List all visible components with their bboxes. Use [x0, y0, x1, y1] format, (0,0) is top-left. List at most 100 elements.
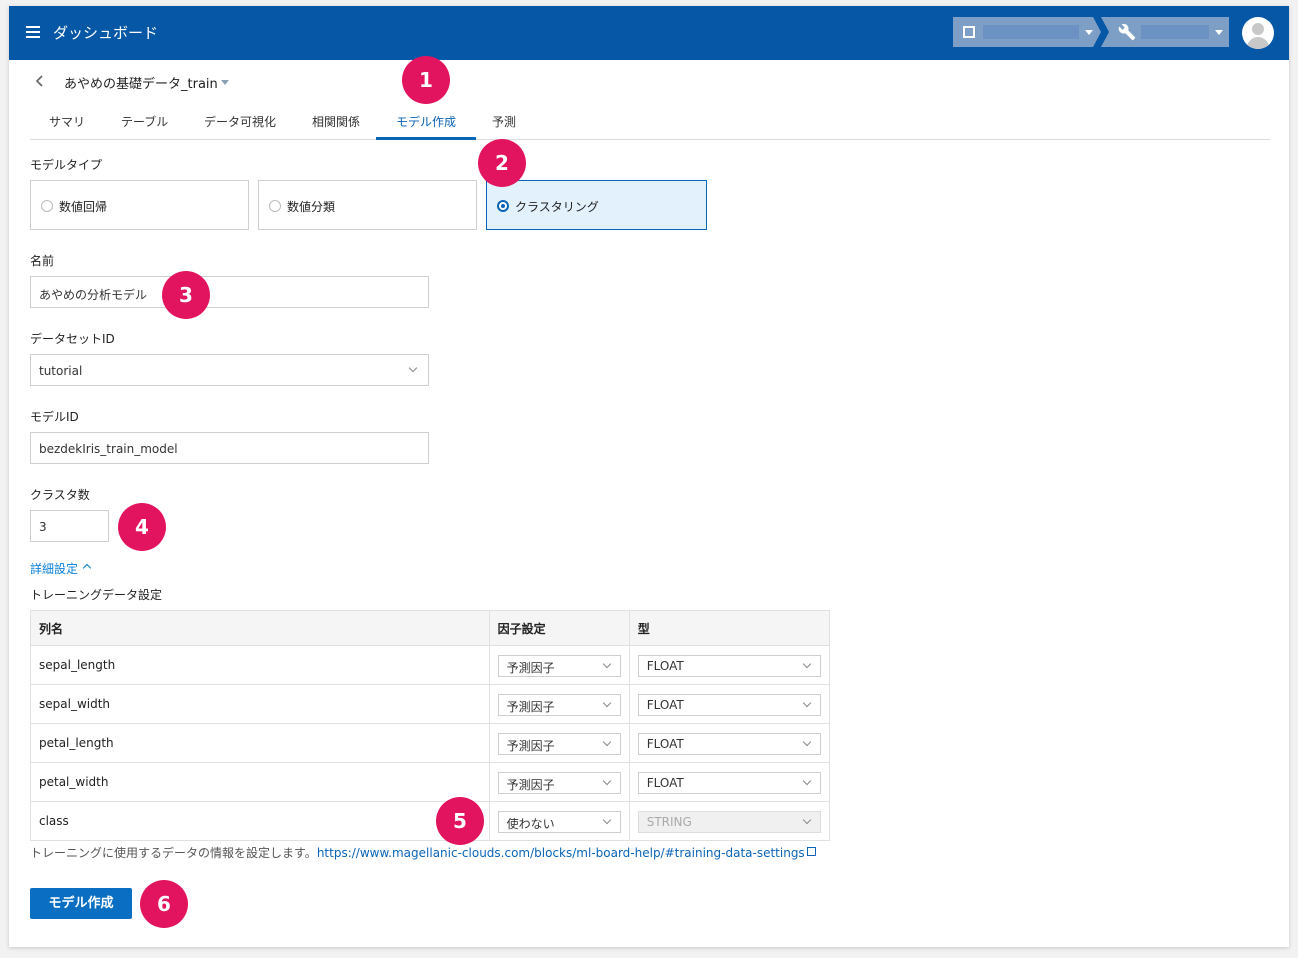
external-link-icon[interactable]: [806, 847, 816, 856]
factor-select[interactable]: 使わない: [497, 811, 621, 833]
model-type-label: モデルタイプ: [30, 158, 103, 172]
name-label: 名前: [30, 254, 55, 268]
tab-visualization[interactable]: データ可視化: [204, 113, 276, 130]
chevron-down-icon: [802, 776, 811, 786]
building-icon: [963, 26, 975, 38]
table-row: class 使わない STRING: [30, 801, 831, 841]
type-select[interactable]: FLOAT: [637, 772, 821, 794]
factor-select[interactable]: 予測因子: [497, 733, 621, 755]
marker-number: 6: [157, 892, 171, 916]
dataset-id-select[interactable]: tutorial: [30, 354, 429, 386]
model-type-clustering[interactable]: クラスタリング: [486, 180, 707, 230]
training-settings-label: トレーニングデータ設定: [30, 588, 163, 602]
tab-model-creation[interactable]: モデル作成: [396, 113, 456, 130]
app-window: ダッシュボード あやめの基礎データ_train サマリ テーブル データ可視化 …: [9, 6, 1289, 947]
chevron-down-icon: [802, 737, 811, 747]
chevron-down-icon: [602, 815, 611, 825]
dataset-id-label: データセットID: [30, 332, 115, 346]
create-model-button[interactable]: モデル作成: [30, 888, 132, 919]
cluster-count-label: クラスタ数: [30, 488, 90, 502]
organization-select[interactable]: [953, 17, 1101, 47]
chevron-down-icon: [802, 815, 811, 825]
back-arrow-icon[interactable]: [33, 74, 47, 88]
type-select[interactable]: FLOAT: [637, 694, 821, 716]
factor-value: 予測因子: [506, 661, 555, 675]
type-select[interactable]: FLOAT: [637, 733, 821, 755]
factor-select[interactable]: 予測因子: [497, 694, 621, 716]
type-select-disabled: STRING: [637, 811, 821, 833]
wrench-icon: [1118, 23, 1136, 41]
advanced-settings-toggle[interactable]: 詳細設定: [30, 560, 78, 577]
chevron-down-icon: [802, 698, 811, 708]
column-name-cell: petal_width: [30, 762, 490, 802]
hamburger-menu-icon[interactable]: [26, 26, 40, 38]
top-bar: ダッシュボード: [9, 6, 1289, 60]
factor-select[interactable]: 予測因子: [497, 772, 621, 794]
factor-value: 予測因子: [506, 700, 555, 714]
dataset-id-value: tutorial: [39, 364, 83, 378]
cluster-count-input[interactable]: 3: [30, 510, 109, 542]
column-header-name: 列名: [30, 610, 490, 646]
chevron-up-icon[interactable]: [82, 563, 92, 573]
chevron-down-icon: [602, 659, 611, 669]
annotation-marker-5: 5: [436, 797, 484, 845]
type-value: FLOAT: [646, 698, 684, 712]
marker-number: 4: [135, 515, 149, 539]
model-type-regression[interactable]: 数値回帰: [30, 180, 249, 230]
chevron-down-icon: [1085, 30, 1093, 35]
tab-bar: サマリ テーブル データ可視化 相関関係 モデル作成 予測: [30, 105, 1270, 140]
column-name-cell: sepal_width: [30, 684, 490, 724]
type-value: STRING: [646, 815, 692, 829]
model-type-label-classification: 数値分類: [287, 200, 336, 214]
dataset-title[interactable]: あやめの基礎データ_train: [64, 73, 218, 92]
chevron-down-icon: [1215, 30, 1223, 35]
dataset-dropdown-icon[interactable]: [221, 80, 229, 85]
tool-name-redacted: [1141, 25, 1209, 39]
model-type-classification[interactable]: 数値分類: [258, 180, 477, 230]
model-id-input[interactable]: bezdekIris_train_model: [30, 432, 429, 464]
table-header-row: 列名 因子設定 型: [30, 610, 831, 646]
column-name-cell: class: [30, 801, 490, 841]
help-text: トレーニングに使用するデータの情報を設定します。https://www.mage…: [30, 844, 816, 861]
annotation-marker-1: 1: [402, 56, 450, 104]
annotation-marker-3: 3: [162, 271, 210, 319]
tool-select[interactable]: [1101, 17, 1229, 47]
marker-number: 2: [495, 151, 509, 175]
type-value: FLOAT: [646, 776, 684, 790]
organization-name-redacted: [983, 25, 1079, 39]
radio-icon[interactable]: [269, 200, 281, 212]
annotation-marker-6: 6: [140, 880, 188, 928]
tab-table[interactable]: テーブル: [121, 113, 168, 130]
table-row: petal_width 予測因子 FLOAT: [30, 762, 831, 802]
type-value: FLOAT: [646, 737, 684, 751]
tab-correlation[interactable]: 相関関係: [312, 113, 360, 130]
app-title: ダッシュボード: [53, 24, 159, 42]
table-row: sepal_length 予測因子 FLOAT: [30, 645, 831, 685]
marker-number: 1: [419, 68, 433, 92]
chevron-down-icon: [602, 698, 611, 708]
chevron-down-icon: [602, 776, 611, 786]
help-link[interactable]: https://www.magellanic-clouds.com/blocks…: [317, 846, 805, 860]
factor-value: 予測因子: [506, 778, 555, 792]
tab-prediction[interactable]: 予測: [492, 113, 516, 130]
name-input[interactable]: あやめの分析モデル: [30, 276, 429, 308]
annotation-marker-2: 2: [478, 139, 526, 187]
active-tab-indicator: [376, 137, 476, 140]
training-data-table: 列名 因子設定 型 sepal_length 予測因子 FLOAT sepal_…: [30, 610, 831, 841]
radio-icon[interactable]: [41, 200, 53, 212]
model-type-label-regression: 数値回帰: [59, 200, 108, 214]
type-select[interactable]: FLOAT: [637, 655, 821, 677]
column-name-cell: petal_length: [30, 723, 490, 763]
tab-summary[interactable]: サマリ: [49, 113, 85, 130]
model-type-label-clustering: クラスタリング: [515, 200, 599, 214]
chevron-down-icon: [408, 363, 418, 373]
annotation-marker-4: 4: [118, 503, 166, 551]
factor-value: 使わない: [506, 817, 555, 831]
help-description: トレーニングに使用するデータの情報を設定します。: [30, 846, 317, 860]
factor-value: 予測因子: [506, 739, 555, 753]
factor-select[interactable]: 予測因子: [497, 655, 621, 677]
column-header-factor: 因子設定: [488, 610, 630, 646]
chevron-down-icon: [602, 737, 611, 747]
radio-selected-icon[interactable]: [497, 200, 509, 212]
user-avatar[interactable]: [1242, 17, 1274, 49]
